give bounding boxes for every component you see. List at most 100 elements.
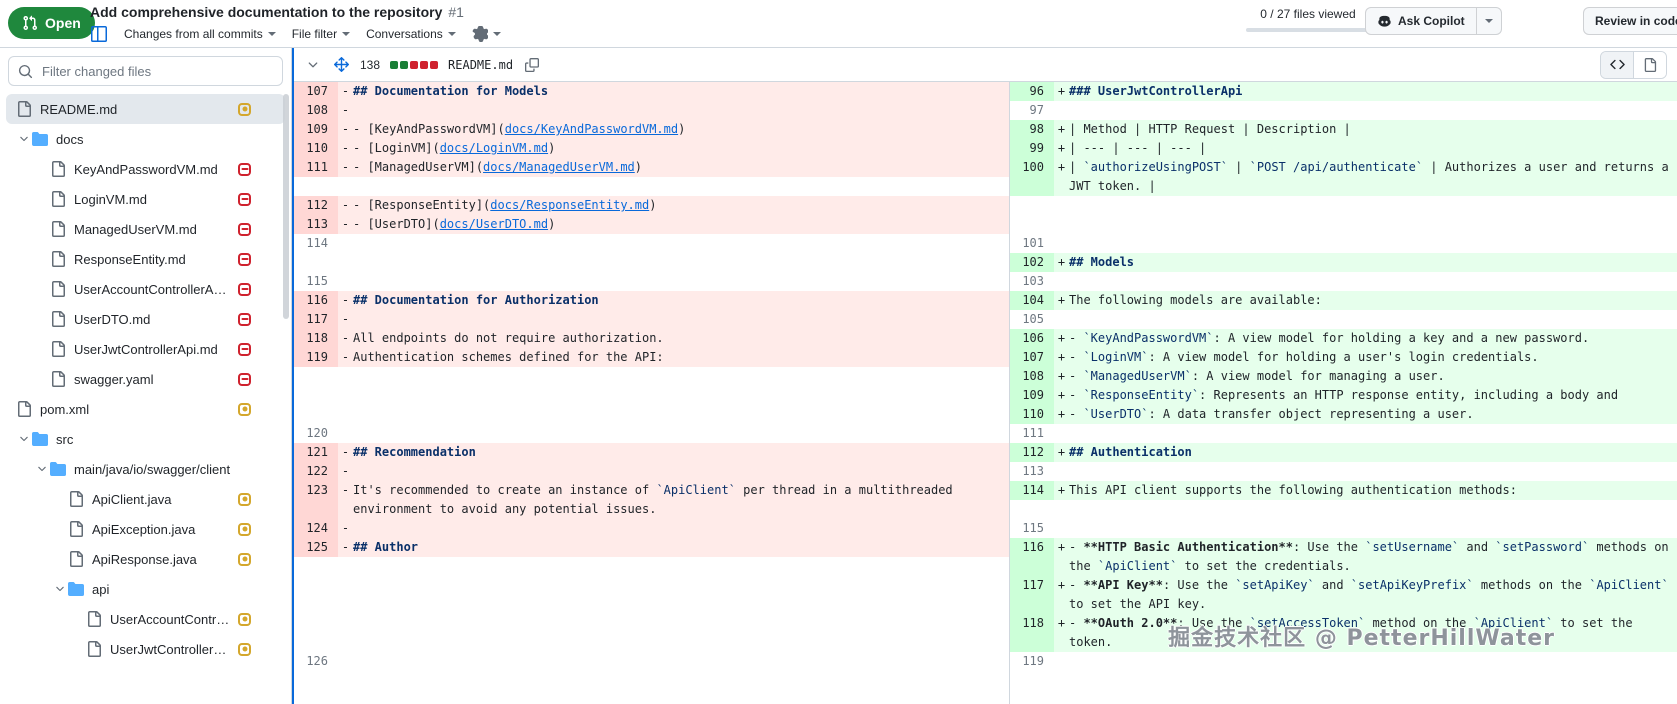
line-number[interactable]: 108 — [294, 101, 338, 120]
line-number[interactable]: 120 — [294, 424, 338, 443]
file-name: ApiClient.java — [92, 492, 230, 507]
tree-file-ApiResponse.java[interactable]: ApiResponse.java — [6, 544, 285, 574]
tree-file-LoginVM.md[interactable]: LoginVM.md — [6, 184, 285, 214]
line-number[interactable]: 109 — [1010, 386, 1054, 405]
line-number[interactable]: 115 — [1010, 519, 1054, 538]
tree-file-swagger.yaml[interactable]: swagger.yaml — [6, 364, 285, 394]
line-number[interactable]: 111 — [1010, 424, 1054, 443]
line-number[interactable]: 123 — [294, 481, 338, 519]
filter-changed-files[interactable] — [8, 56, 283, 86]
diff-line-context: 101 — [1010, 234, 1677, 253]
line-number[interactable]: 112 — [1010, 443, 1054, 462]
file-name: ApiException.java — [92, 522, 230, 537]
line-number[interactable]: 113 — [1010, 462, 1054, 481]
tree-file-ApiException.java[interactable]: ApiException.java — [6, 514, 285, 544]
commits-dropdown[interactable]: Changes from all commits — [124, 27, 276, 41]
tree-file-UserJwtControllerApi.java[interactable]: UserJwtControllerApi.java — [6, 634, 285, 664]
line-number[interactable]: 96 — [1010, 82, 1054, 101]
line-number[interactable]: 111 — [294, 158, 338, 177]
file-tree-toggle-button[interactable] — [90, 25, 108, 43]
line-number[interactable]: 107 — [1010, 348, 1054, 367]
diff-sign: + — [1054, 158, 1069, 196]
diff-line-addition: 112+## Authentication — [1010, 443, 1677, 462]
tree-file-UserAccountControllerApi.java[interactable]: UserAccountControllerApi.java — [6, 604, 285, 634]
line-number[interactable]: 104 — [1010, 291, 1054, 310]
line-number[interactable]: 105 — [1010, 310, 1054, 329]
drag-handle[interactable] — [332, 56, 350, 74]
line-number[interactable]: 126 — [294, 652, 338, 671]
tree-file-KeyAndPasswordVM.md[interactable]: KeyAndPasswordVM.md — [6, 154, 285, 184]
line-number[interactable]: 108 — [1010, 367, 1054, 386]
sidebar-scrollbar[interactable] — [283, 94, 289, 319]
line-number[interactable]: 122 — [294, 462, 338, 481]
line-number[interactable]: 121 — [294, 443, 338, 462]
line-number[interactable]: 110 — [1010, 405, 1054, 424]
line-number[interactable]: 107 — [294, 82, 338, 101]
tree-file-UserJwtControllerApi.md[interactable]: UserJwtControllerApi.md — [6, 334, 285, 364]
diff-settings-dropdown[interactable] — [472, 26, 501, 42]
line-number[interactable]: 99 — [1010, 139, 1054, 158]
ask-copilot-dropdown-button[interactable] — [1477, 7, 1502, 35]
diff-line-filler — [1010, 196, 1677, 215]
tree-file-UserAccountControllerApi.md[interactable]: UserAccountControllerApi.md — [6, 274, 285, 304]
line-number[interactable]: 125 — [294, 538, 338, 557]
tree-file-ManagedUserVM.md[interactable]: ManagedUserVM.md — [6, 214, 285, 244]
tree-file-README.md[interactable]: README.md — [6, 94, 285, 124]
tree-file-pom.xml[interactable]: pom.xml — [6, 394, 285, 424]
review-in-codespace-button[interactable]: Review in codespace — [1583, 7, 1677, 35]
line-number[interactable]: 97 — [1010, 101, 1054, 120]
line-number — [294, 576, 338, 595]
line-number[interactable]: 119 — [1010, 652, 1054, 671]
line-number[interactable]: 102 — [1010, 253, 1054, 272]
line-number[interactable]: 114 — [1010, 481, 1054, 500]
line-number[interactable]: 103 — [1010, 272, 1054, 291]
line-number[interactable]: 117 — [1010, 576, 1054, 614]
diff-sign — [1054, 500, 1069, 519]
conversations-dropdown[interactable]: Conversations — [366, 27, 456, 41]
line-number[interactable]: 116 — [294, 291, 338, 310]
tree-folder-main/java/io/swagger/client[interactable]: main/java/io/swagger/client — [6, 454, 285, 484]
rich-view-button[interactable] — [1633, 52, 1666, 78]
diff-sign: - — [338, 329, 353, 348]
source-view-button[interactable] — [1601, 52, 1633, 78]
diff-sign — [338, 633, 353, 652]
line-number[interactable]: 118 — [294, 329, 338, 348]
line-number[interactable]: 117 — [294, 310, 338, 329]
line-number[interactable]: 98 — [1010, 120, 1054, 139]
tree-folder-docs[interactable]: docs — [6, 124, 285, 154]
tree-file-ResponseEntity.md[interactable]: ResponseEntity.md — [6, 244, 285, 274]
line-number[interactable]: 113 — [294, 215, 338, 234]
tree-folder-api[interactable]: api — [6, 574, 285, 604]
file-icon — [68, 551, 84, 567]
line-number[interactable]: 116 — [1010, 538, 1054, 576]
collapse-file-button[interactable] — [304, 56, 322, 74]
line-number[interactable]: 118 — [1010, 614, 1054, 652]
tree-file-UserDTO.md[interactable]: UserDTO.md — [6, 304, 285, 334]
line-number[interactable]: 106 — [1010, 329, 1054, 348]
diff-line-filler — [294, 405, 1009, 424]
ask-copilot-button[interactable]: Ask Copilot — [1365, 7, 1477, 35]
line-number[interactable]: 110 — [294, 139, 338, 158]
line-number[interactable]: 115 — [294, 272, 338, 291]
line-number[interactable]: 101 — [1010, 234, 1054, 253]
filter-changed-files-input[interactable] — [40, 63, 273, 80]
line-number[interactable]: 112 — [294, 196, 338, 215]
chevron-down-icon — [16, 131, 32, 147]
copy-path-button[interactable] — [523, 56, 541, 74]
diff-line-deletion: 111-- [ManagedUserVM](docs/ManagedUserVM… — [294, 158, 1009, 177]
line-number — [294, 405, 338, 424]
line-number[interactable]: 100 — [1010, 158, 1054, 196]
tree-folder-src[interactable]: src — [6, 424, 285, 454]
line-number[interactable]: 119 — [294, 348, 338, 367]
diff-line-context: 119 — [1010, 652, 1677, 671]
file-filter-dropdown[interactable]: File filter — [292, 27, 350, 41]
line-number[interactable]: 114 — [294, 234, 338, 253]
code-text: - [KeyAndPasswordVM](docs/KeyAndPassword… — [353, 120, 1009, 139]
line-number[interactable]: 124 — [294, 519, 338, 538]
diff-sign: - — [338, 443, 353, 462]
changes-count: 138 — [360, 58, 380, 72]
line-number — [294, 614, 338, 633]
code-text: - [ResponseEntity](docs/ResponseEntity.m… — [353, 196, 1009, 215]
tree-file-ApiClient.java[interactable]: ApiClient.java — [6, 484, 285, 514]
line-number[interactable]: 109 — [294, 120, 338, 139]
